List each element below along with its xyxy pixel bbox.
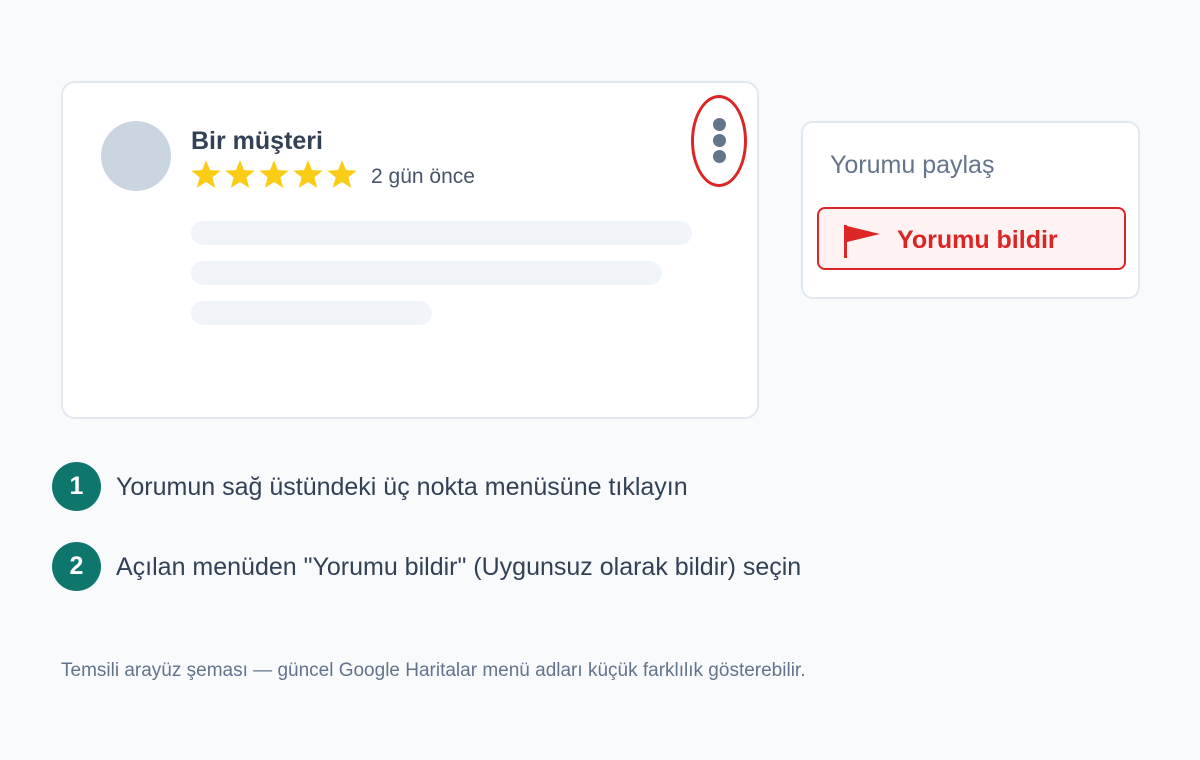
review-options-menu: Yorumu paylaş Yorumu bildir <box>801 121 1140 299</box>
step-text: Yorumun sağ üstündeki üç nokta menüsüne … <box>116 473 688 501</box>
avatar <box>101 121 171 191</box>
step-text: Açılan menüden "Yorumu bildir" (Uygunsuz… <box>116 553 802 581</box>
reviewer-name: Bir müşteri <box>191 127 323 155</box>
star-icon <box>259 160 289 188</box>
review-text-placeholder <box>191 221 692 245</box>
menu-item-report-review[interactable]: Yorumu bildir <box>817 207 1126 270</box>
star-icon <box>327 160 357 188</box>
menu-item-report-label: Yorumu bildir <box>897 226 1058 254</box>
review-card: Bir müşteri 2 gün önce <box>61 81 759 419</box>
star-rating <box>189 158 359 192</box>
review-text-placeholder <box>191 301 432 325</box>
review-text-placeholder <box>191 261 662 285</box>
step-number-badge: 1 <box>52 462 101 511</box>
more-vert-icon-dot <box>713 150 726 163</box>
star-icon <box>293 160 323 188</box>
step-number-badge: 2 <box>52 542 101 591</box>
star-icon <box>225 160 255 188</box>
review-date: 2 gün önce <box>371 165 475 188</box>
flag-icon <box>844 225 880 258</box>
more-options-button[interactable] <box>691 95 747 187</box>
footnote: Temsili arayüz şeması — güncel Google Ha… <box>61 660 806 681</box>
star-icon <box>191 160 221 188</box>
more-vert-icon-dot <box>713 118 726 131</box>
more-vert-icon-dot <box>713 134 726 147</box>
menu-item-share-review[interactable]: Yorumu paylaş <box>830 151 994 180</box>
